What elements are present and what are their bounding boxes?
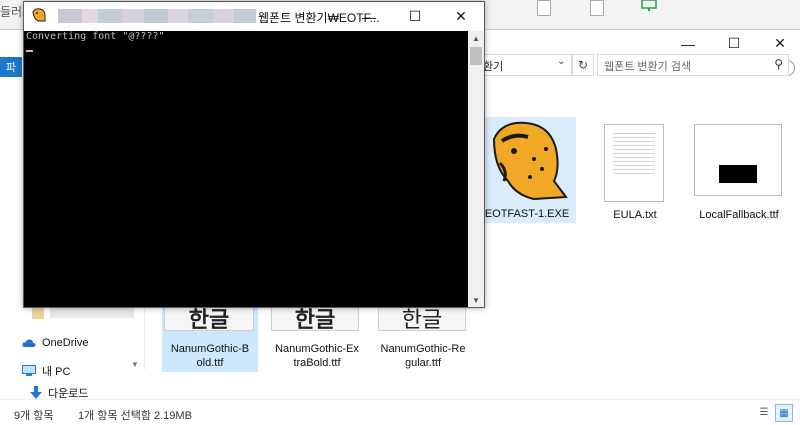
font-thumbnail: 한글 [164,306,254,332]
file-name-line: NanumGothic-B [170,343,250,355]
nav-item-this-pc[interactable]: 내 PC [22,362,70,380]
file-name-line: NanumGothic-Ex [275,343,359,355]
console-maximize-button[interactable]: ☐ [392,2,438,31]
file-name: LocalFallback.ttf [699,209,779,221]
scroll-up-arrow-icon[interactable]: ▲ [468,31,484,45]
font-preview-block [719,165,757,183]
font-thumbnail: 한글 [271,306,359,332]
search-icon: ⚲ [774,57,783,71]
font-file-icon [694,124,782,196]
minimize-button[interactable]: — [665,30,711,57]
console-minimize-button[interactable]: — [346,2,392,31]
refresh-button[interactable]: ↻ [572,54,594,76]
monitor-icon[interactable] [641,0,657,15]
text-document-icon [604,124,664,202]
close-icon: ✕ [455,8,467,24]
maximize-button[interactable]: ☐ [711,30,757,57]
search-placeholder: 웹폰트 변환기 검색 [604,61,692,73]
desktop-file-icon[interactable] [537,0,551,16]
address-text: 환기 [483,61,504,73]
file-item-eula[interactable]: EULA.txt [586,122,684,226]
file-name: NanumGothic-B old.ttf [162,342,258,370]
back-arrow-icon[interactable]: ← [10,57,24,73]
file-name-line: old.ttf [196,357,224,369]
scrollbar-thumb[interactable] [470,47,482,65]
file-name-line: NanumGothic-Re [380,343,466,355]
console-scrollbar[interactable]: ▲ ▼ [468,31,484,307]
console-output-area[interactable]: Converting font "@????" [24,31,468,307]
console-close-button[interactable]: ✕ [438,2,484,31]
nav-item-onedrive[interactable]: OneDrive [22,334,88,352]
text-cursor [26,50,33,52]
nav-item-label: OneDrive [42,337,89,349]
file-name-line: traBold.ttf [293,357,341,369]
close-icon: ✕ [774,35,786,51]
scroll-down-arrow-icon[interactable]: ▼ [468,293,484,307]
minimize-icon: — [681,35,695,52]
details-view-icon: ☰ [759,406,769,418]
large-icons-view-icon: ▦ [779,407,789,419]
file-name: EULA.txt [613,209,657,221]
close-button[interactable]: ✕ [757,30,800,57]
details-view-button[interactable]: ☰ [757,405,771,419]
file-item-nanumgothic-extrabold[interactable]: 한글 NanumGothic-Ex traBold.ttf [268,306,366,372]
search-input[interactable]: 웹폰트 변환기 검색 ⚲ [597,54,789,76]
console-output-text: Converting font "@????" [26,31,165,42]
download-icon [30,386,42,399]
console-window[interactable]: 웹폰트 변환기₩EOTF... — ☐ ✕ Converting font "@… [23,1,485,308]
console-title-bar[interactable]: 웹폰트 변환기₩EOTF... — ☐ ✕ [24,2,484,31]
cheetah-app-icon [32,8,46,22]
file-name: EOTFAST-1.EXE [484,208,570,220]
file-name: NanumGothic-Re gular.ttf [374,342,472,370]
minimize-icon: — [362,8,376,25]
address-bar[interactable]: 환기 ⌄ [478,54,572,76]
blurred-title-segment [58,9,258,23]
pc-icon [22,365,36,376]
maximize-icon: ☐ [408,8,422,24]
file-item-nanumgothic-regular[interactable]: 한글 NanumGothic-Re gular.ttf [374,306,472,372]
file-item-nanumgothic-bold[interactable]: 한글 NanumGothic-B old.ttf [162,306,258,372]
font-thumbnail: 한글 [378,306,466,332]
large-icons-view-button[interactable]: ▦ [775,404,793,422]
cheetah-app-icon [492,121,568,201]
file-item-localfallback[interactable]: LocalFallback.ttf [690,122,788,226]
chevron-down-icon[interactable]: ⌄ [557,56,565,67]
item-count: 9개 항목 [14,410,54,422]
file-name: NanumGothic-Ex traBold.ttf [268,342,366,370]
nav-item-label: 내 PC [42,366,71,378]
maximize-icon: ☐ [727,35,741,51]
chevron-down-icon[interactable]: ▼ [131,360,139,369]
refresh-icon: ↻ [577,58,589,72]
desktop-file-icon[interactable] [590,0,604,16]
selection-info: 1개 항목 선택함 2.19MB [78,410,192,422]
cloud-icon [22,339,36,347]
file-name-line: gular.ttf [404,357,442,369]
file-item-eotfast[interactable]: EOTFAST-1.EXE [478,117,576,223]
status-bar: 9개 항목 1개 항목 선택함 2.19MB ☰ ▦ [0,399,800,425]
